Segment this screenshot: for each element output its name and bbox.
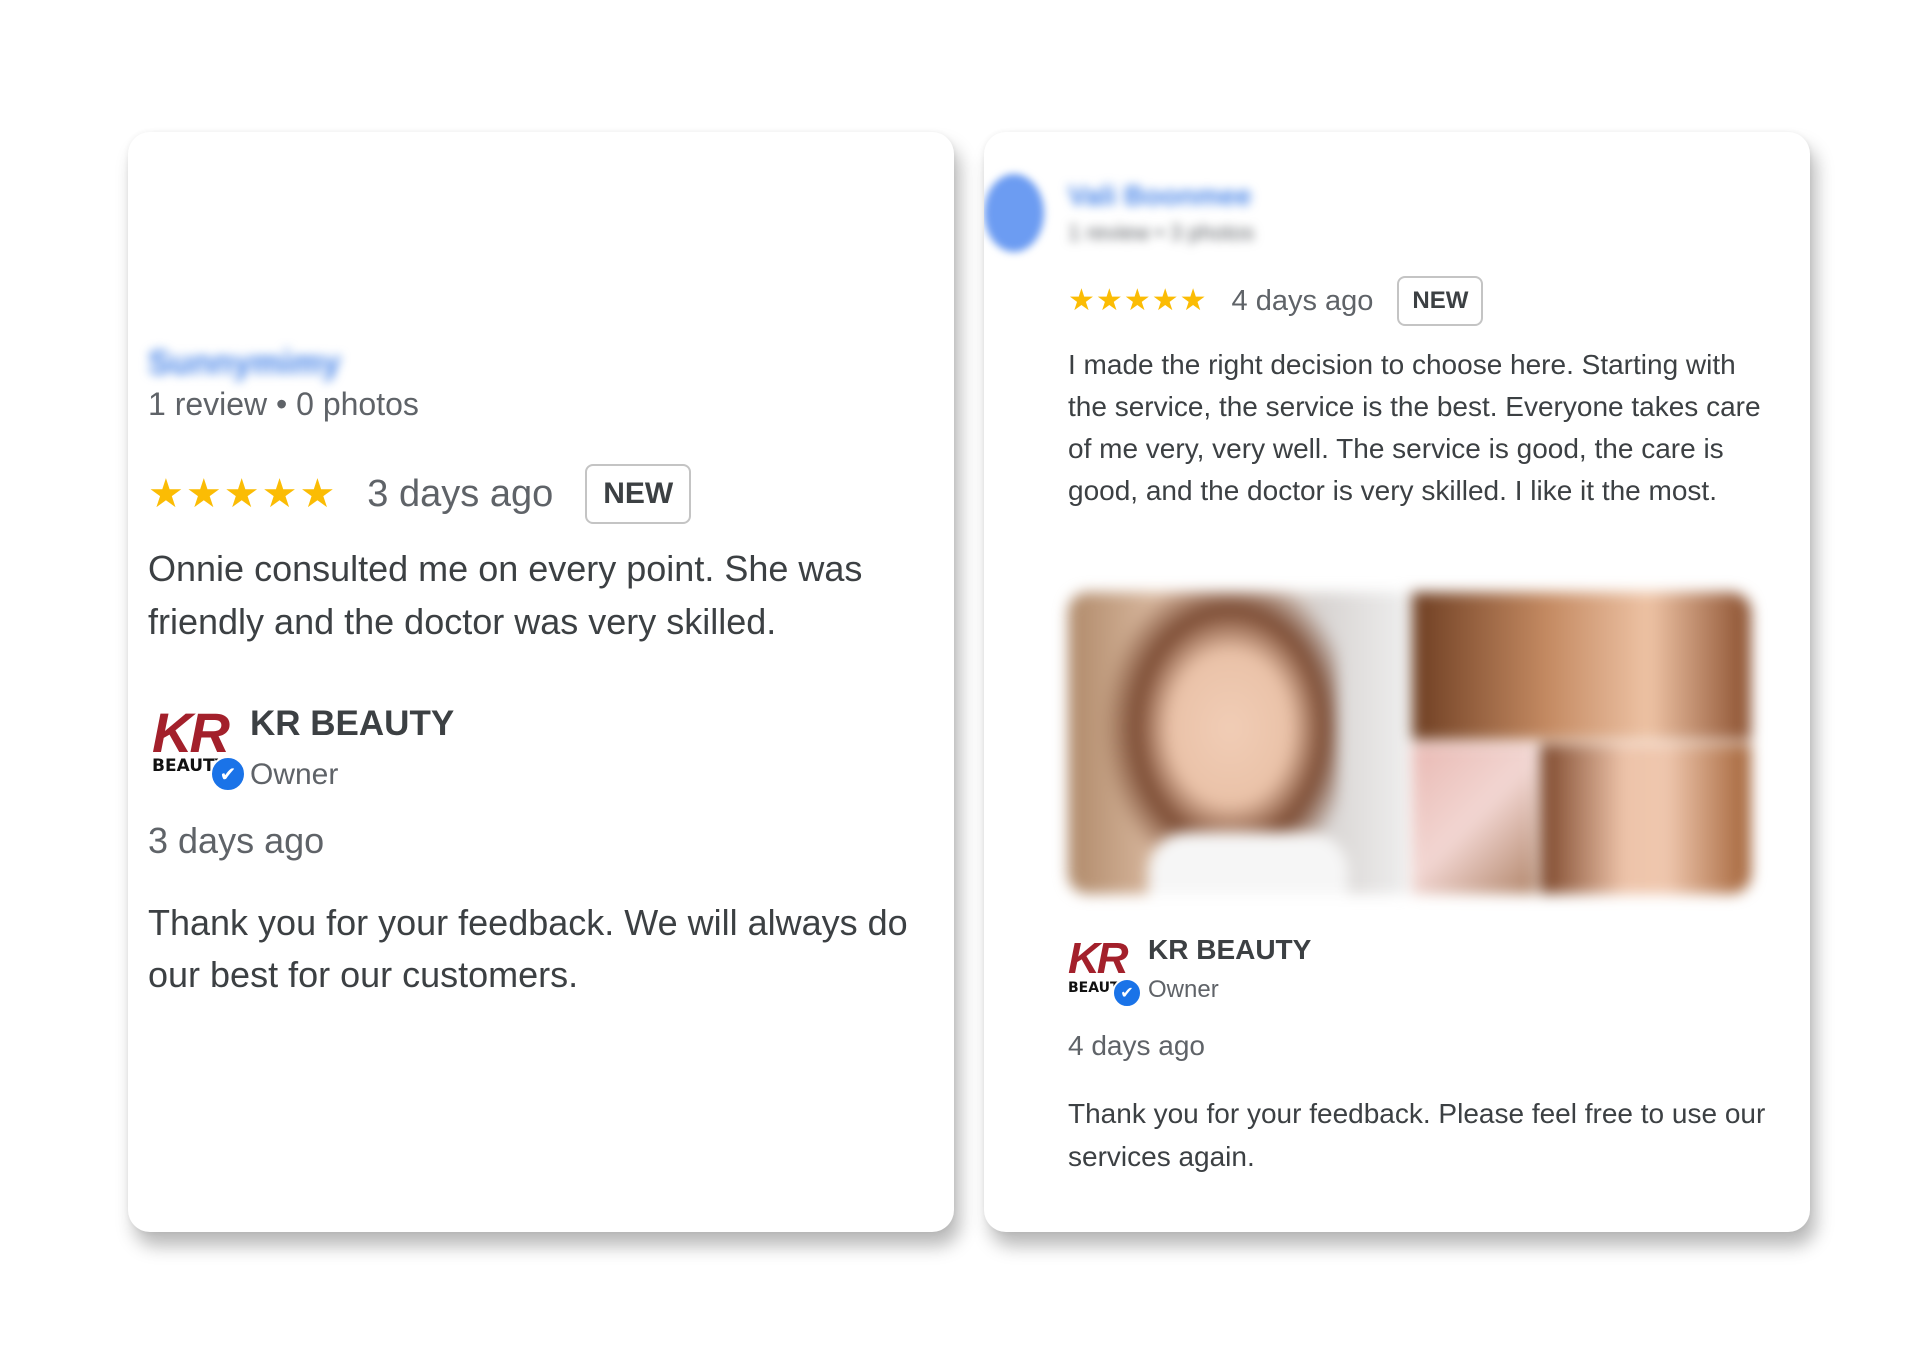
owner-name[interactable]: KR BEAUTY bbox=[1148, 934, 1311, 966]
star-icon: ★ bbox=[261, 472, 298, 516]
star-icon: ★ bbox=[1068, 284, 1095, 317]
review-card: Sunnymimy 1 review • 0 photos ★ ★ ★ ★ ★ … bbox=[128, 132, 954, 1232]
star-icon: ★ bbox=[148, 472, 184, 516]
reply-date: 4 days ago bbox=[1068, 1030, 1205, 1061]
star-icon: ★ bbox=[223, 472, 260, 516]
review-date: 3 days ago bbox=[367, 472, 554, 515]
review-photo[interactable] bbox=[1068, 592, 1408, 894]
review-photo[interactable] bbox=[1412, 592, 1751, 740]
avatar[interactable] bbox=[984, 174, 1044, 252]
reviewer-meta: 1 review • 0 photos bbox=[148, 386, 419, 422]
star-icon: ★ bbox=[1179, 284, 1207, 317]
owner-info: KR BEAUTY Owner bbox=[1148, 934, 1311, 1004]
new-badge: NEW bbox=[585, 464, 692, 524]
rating-row: ★ ★ ★ ★ ★ 4 days ago NEW bbox=[1068, 276, 1484, 326]
owner-role: Owner bbox=[250, 758, 339, 791]
star-icon: ★ bbox=[1095, 284, 1123, 317]
logo-mark: KR bbox=[1068, 934, 1129, 983]
review-photo-grid bbox=[1068, 592, 1751, 894]
review-photo[interactable] bbox=[1540, 744, 1751, 894]
star-icon: ★ bbox=[185, 472, 222, 516]
reply-date: 3 days ago bbox=[148, 820, 325, 861]
reviewer-name[interactable]: Sunnymimy bbox=[148, 344, 341, 383]
reviewer-meta: 1 review • 3 photos bbox=[1068, 220, 1255, 245]
reply-text: Thank you for your feedback. We will alw… bbox=[148, 902, 908, 995]
verified-check-icon: ✔ bbox=[210, 756, 246, 792]
reviewer-name[interactable]: Vali Boonmee bbox=[1068, 180, 1252, 212]
review-card: Vali Boonmee 1 review • 3 photos ★ ★ ★ ★… bbox=[984, 132, 1810, 1232]
star-rating: ★ ★ ★ ★ ★ bbox=[1068, 286, 1208, 316]
owner-role: Owner bbox=[1148, 976, 1219, 1003]
star-rating: ★ ★ ★ ★ ★ bbox=[148, 474, 337, 514]
star-icon: ★ bbox=[1151, 284, 1179, 317]
review-date: 4 days ago bbox=[1231, 284, 1374, 317]
rating-row: ★ ★ ★ ★ ★ 3 days ago NEW bbox=[148, 464, 692, 524]
review-text: I made the right decision to choose here… bbox=[1068, 349, 1761, 506]
owner-response-header: KR BEAUTY ✔ KR BEAUTY Owner bbox=[1068, 934, 1311, 1008]
owner-info: KR BEAUTY Owner bbox=[250, 700, 454, 792]
review-photo[interactable] bbox=[1412, 744, 1536, 894]
business-logo: KR BEAUTY ✔ bbox=[152, 700, 246, 792]
new-badge: NEW bbox=[1397, 276, 1484, 326]
owner-response-header: KR BEAUTY ✔ KR BEAUTY Owner bbox=[152, 700, 454, 792]
business-logo: KR BEAUTY ✔ bbox=[1068, 934, 1142, 1008]
owner-name[interactable]: KR BEAUTY bbox=[250, 704, 454, 744]
star-icon: ★ bbox=[1123, 284, 1151, 317]
reply-text: Thank you for your feedback. Please feel… bbox=[1068, 1098, 1766, 1172]
verified-check-icon: ✔ bbox=[1112, 978, 1142, 1008]
review-collage: Sunnymimy 1 review • 0 photos ★ ★ ★ ★ ★ … bbox=[0, 0, 1920, 1355]
star-icon: ★ bbox=[299, 472, 336, 516]
review-text: Onnie consulted me on every point. She w… bbox=[148, 548, 863, 642]
